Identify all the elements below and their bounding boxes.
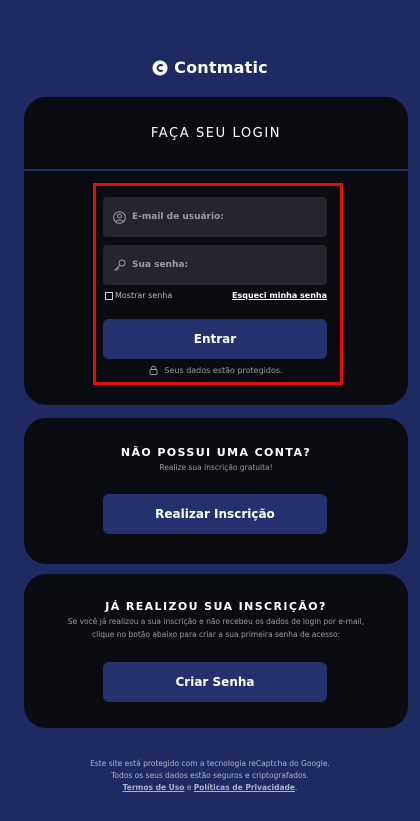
lock-icon (149, 365, 158, 375)
create-password-title: JÁ REALIZOU SUA INSCRIÇÃO? (105, 600, 327, 613)
email-placeholder: E-mail de usuário: (132, 212, 224, 222)
footer-line-2: Todos os seus dados estão seguros e crip… (111, 771, 309, 780)
signup-card: NÃO POSSUI UMA CONTA? Realize sua inscri… (24, 418, 408, 564)
create-password-card: JÁ REALIZOU SUA INSCRIÇÃO? Se você já re… (24, 574, 408, 728)
key-icon (113, 259, 126, 272)
show-password-checkbox[interactable] (105, 291, 113, 300)
email-field[interactable]: E-mail de usuário: (103, 197, 327, 237)
protected-note: Seus dados estão protegidos. (24, 365, 408, 375)
create-password-subtitle-1: Se você já realizou a sua inscrição e nã… (67, 617, 365, 626)
create-password-subtitle-2: clique no botão abaixo para criar a sua … (91, 630, 341, 639)
signup-button[interactable]: Realizar Inscrição (103, 494, 327, 534)
contmatic-logo-icon (152, 60, 168, 75)
footer-and: e (186, 783, 192, 792)
footer-links: Termos de Uso e Políticas de Privacidade… (122, 783, 298, 792)
login-card: FAÇA SEU LOGIN E-mail de usuário: Sua se… (24, 97, 408, 405)
signup-title: NÃO POSSUI UMA CONTA? (120, 446, 312, 459)
show-password-label: Mostrar senha (115, 291, 173, 300)
enter-button[interactable]: Entrar (103, 319, 327, 359)
signup-subtitle: Realize sua inscrição gratuita! (159, 463, 273, 472)
password-field[interactable]: Sua senha: (103, 245, 327, 285)
forgot-password-link[interactable]: Esqueci minha senha (232, 291, 327, 300)
protected-note-text: Seus dados estão protegidos. (164, 365, 283, 375)
login-options: Mostrar senha Esqueci minha senha (105, 291, 327, 300)
password-placeholder: Sua senha: (132, 260, 189, 270)
create-password-button[interactable]: Criar Senha (103, 662, 327, 702)
brand-name: Contmatic (174, 58, 268, 77)
login-header: FAÇA SEU LOGIN (24, 97, 408, 171)
user-icon (113, 210, 126, 224)
terms-link[interactable]: Termos de Uso (123, 783, 185, 792)
show-password-toggle[interactable]: Mostrar senha (105, 291, 172, 300)
login-title: FAÇA SEU LOGIN (150, 125, 282, 141)
footer: Este site está protegido com a tecnologi… (0, 758, 420, 794)
privacy-link[interactable]: Políticas de Privacidade (194, 783, 295, 792)
footer-line-1: Este site está protegido com a tecnologi… (90, 759, 330, 768)
brand: Contmatic (0, 58, 420, 77)
